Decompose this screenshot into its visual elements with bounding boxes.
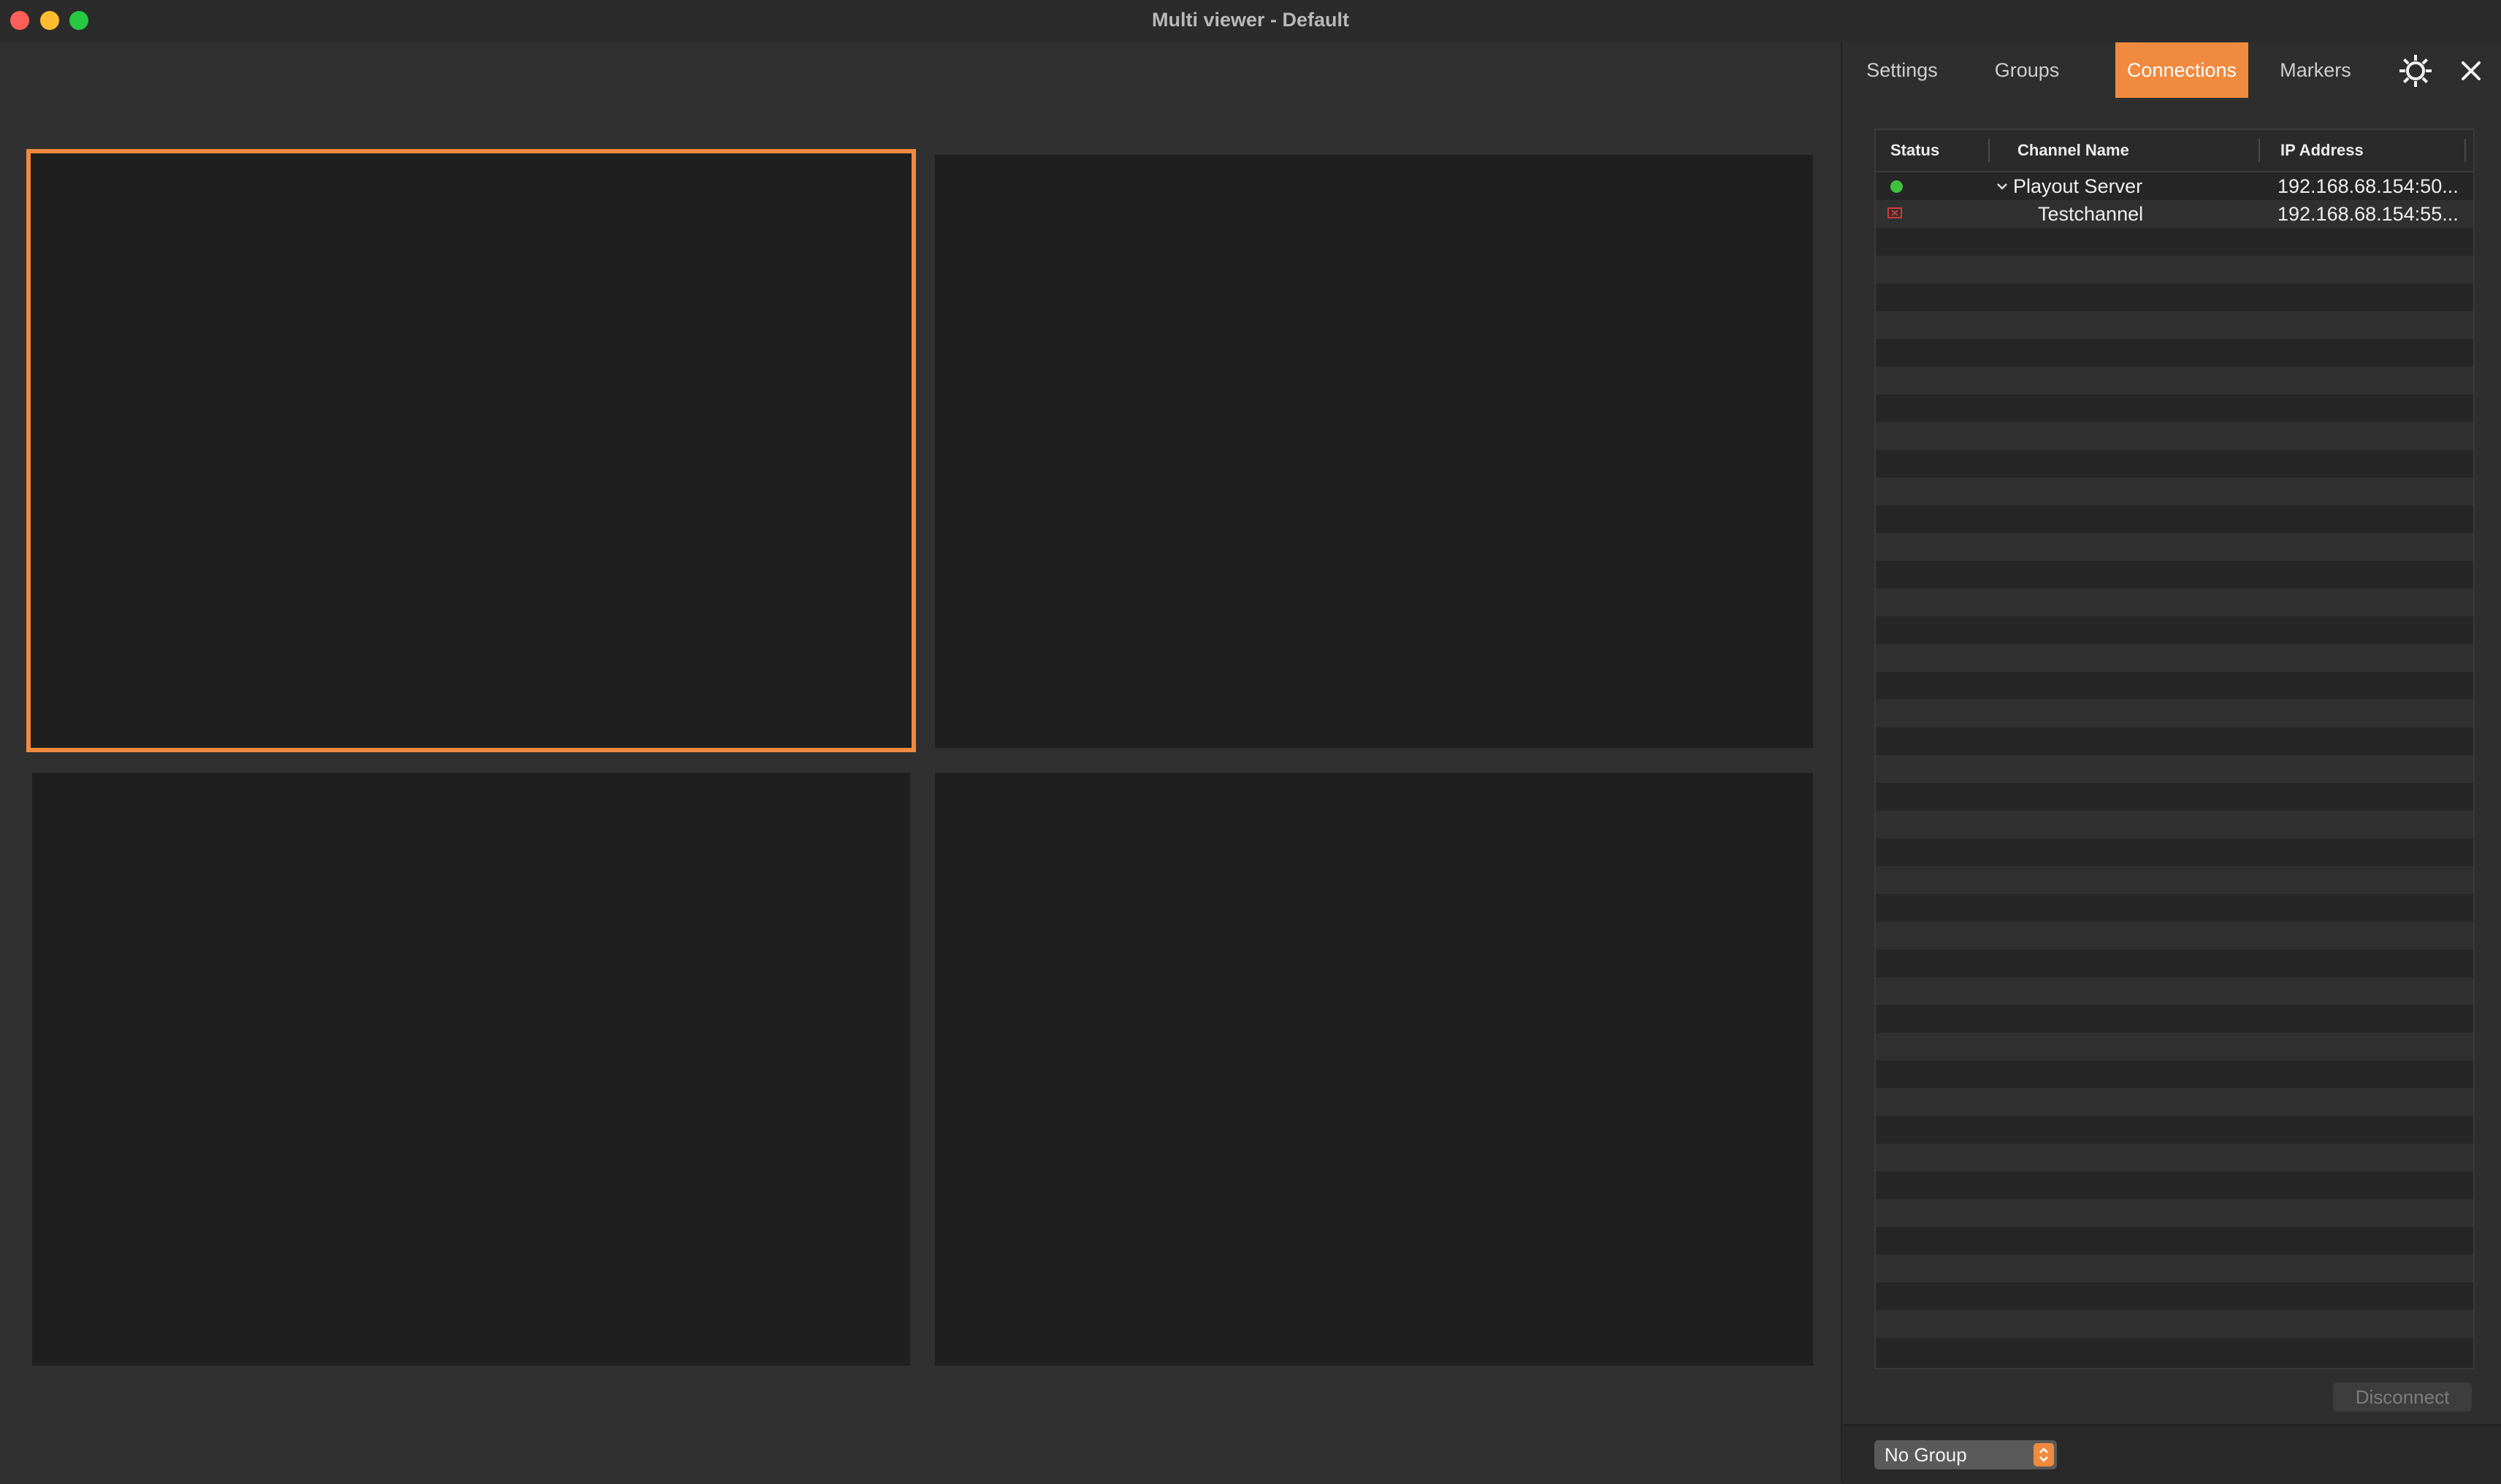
gear-icon[interactable] [2397, 53, 2434, 89]
empty-table-row [1876, 450, 2473, 478]
empty-table-row [1876, 838, 2473, 866]
table-header: Status Channel Name IP Address [1876, 130, 2473, 172]
status-error-icon [1887, 207, 1902, 218]
empty-table-row [1876, 478, 2473, 505]
empty-table-row [1876, 1005, 2473, 1033]
empty-table-row [1876, 367, 2473, 394]
status-connected-icon [1890, 180, 1903, 193]
empty-table-row [1876, 672, 2473, 700]
empty-table-row [1876, 589, 2473, 616]
empty-table-row [1876, 811, 2473, 838]
empty-table-row [1876, 533, 2473, 561]
empty-table-row [1876, 949, 2473, 977]
group-select[interactable]: No Group [1874, 1440, 2057, 1469]
tab-connections[interactable]: Connections [2115, 42, 2248, 98]
empty-table-row [1876, 977, 2473, 1005]
empty-table-row [1876, 1282, 2473, 1310]
empty-table-row [1876, 894, 2473, 922]
empty-table-row [1876, 783, 2473, 811]
tab-settings[interactable]: Settings [1851, 42, 1953, 98]
column-header-status[interactable]: Status [1890, 130, 1939, 171]
viewer-tile-4[interactable] [935, 773, 1813, 1366]
viewer-tile-3[interactable] [32, 773, 910, 1366]
multiview-area [0, 42, 1841, 1483]
empty-table-row [1876, 283, 2473, 311]
group-select-value: No Group [1885, 1444, 1967, 1466]
empty-table-row [1876, 1199, 2473, 1227]
empty-table-row [1876, 1060, 2473, 1088]
empty-table-row [1876, 644, 2473, 672]
empty-table-row [1876, 922, 2473, 949]
empty-table-row [1876, 339, 2473, 367]
empty-table-row [1876, 422, 2473, 450]
viewer-tile-1[interactable] [26, 149, 916, 752]
ip-address: 192.168.68.154:50... [2277, 175, 2459, 197]
close-icon[interactable] [2454, 54, 2488, 88]
empty-table-row [1876, 394, 2473, 422]
empty-table-row [1876, 700, 2473, 727]
title-bar: Multi viewer - Default [0, 0, 2501, 44]
empty-table-row [1876, 1144, 2473, 1171]
table-body: Playout Server 192.168.68.154:50... Test… [1876, 172, 2473, 1368]
expand-chevron-icon[interactable] [1996, 172, 2010, 200]
empty-table-row [1876, 1255, 2473, 1282]
empty-table-row [1876, 866, 2473, 894]
column-header-channel-name[interactable]: Channel Name [2017, 130, 2129, 171]
empty-table-row [1876, 755, 2473, 783]
tab-markers[interactable]: Markers [2272, 42, 2359, 98]
select-arrows-icon [2034, 1443, 2054, 1466]
viewer-tile-2[interactable] [935, 155, 1813, 748]
tab-groups[interactable]: Groups [1982, 42, 2072, 98]
empty-table-row [1876, 1227, 2473, 1255]
window-title: Multi viewer - Default [1151, 9, 1350, 31]
channel-name: Testchannel [2038, 203, 2144, 225]
disconnect-button[interactable]: Disconnect [2333, 1382, 2472, 1412]
column-header-ip-address[interactable]: IP Address [2280, 130, 2364, 171]
empty-table-row [1876, 561, 2473, 589]
empty-table-row [1876, 1171, 2473, 1199]
empty-table-row [1876, 1033, 2473, 1060]
side-panel: Settings Groups Connections Markers Stat… [1841, 42, 2501, 1484]
empty-table-row [1876, 1088, 2473, 1116]
empty-table-row [1876, 256, 2473, 283]
empty-table-row [1876, 727, 2473, 755]
bottom-bar: No Group [1842, 1424, 2501, 1484]
table-row[interactable]: Playout Server 192.168.68.154:50... [1876, 172, 2473, 200]
empty-table-row [1876, 228, 2473, 256]
empty-table-row [1876, 1116, 2473, 1144]
empty-table-row [1876, 616, 2473, 644]
empty-table-row [1876, 1338, 2473, 1366]
ip-address: 192.168.68.154:55... [2277, 203, 2459, 225]
connections-table: Status Channel Name IP Address Playout S… [1874, 129, 2475, 1369]
empty-table-row [1876, 311, 2473, 339]
empty-table-row [1876, 1310, 2473, 1338]
empty-table-row [1876, 505, 2473, 533]
table-row[interactable]: Testchannel 192.168.68.154:55... [1876, 200, 2473, 228]
channel-name: Playout Server [2013, 175, 2143, 197]
